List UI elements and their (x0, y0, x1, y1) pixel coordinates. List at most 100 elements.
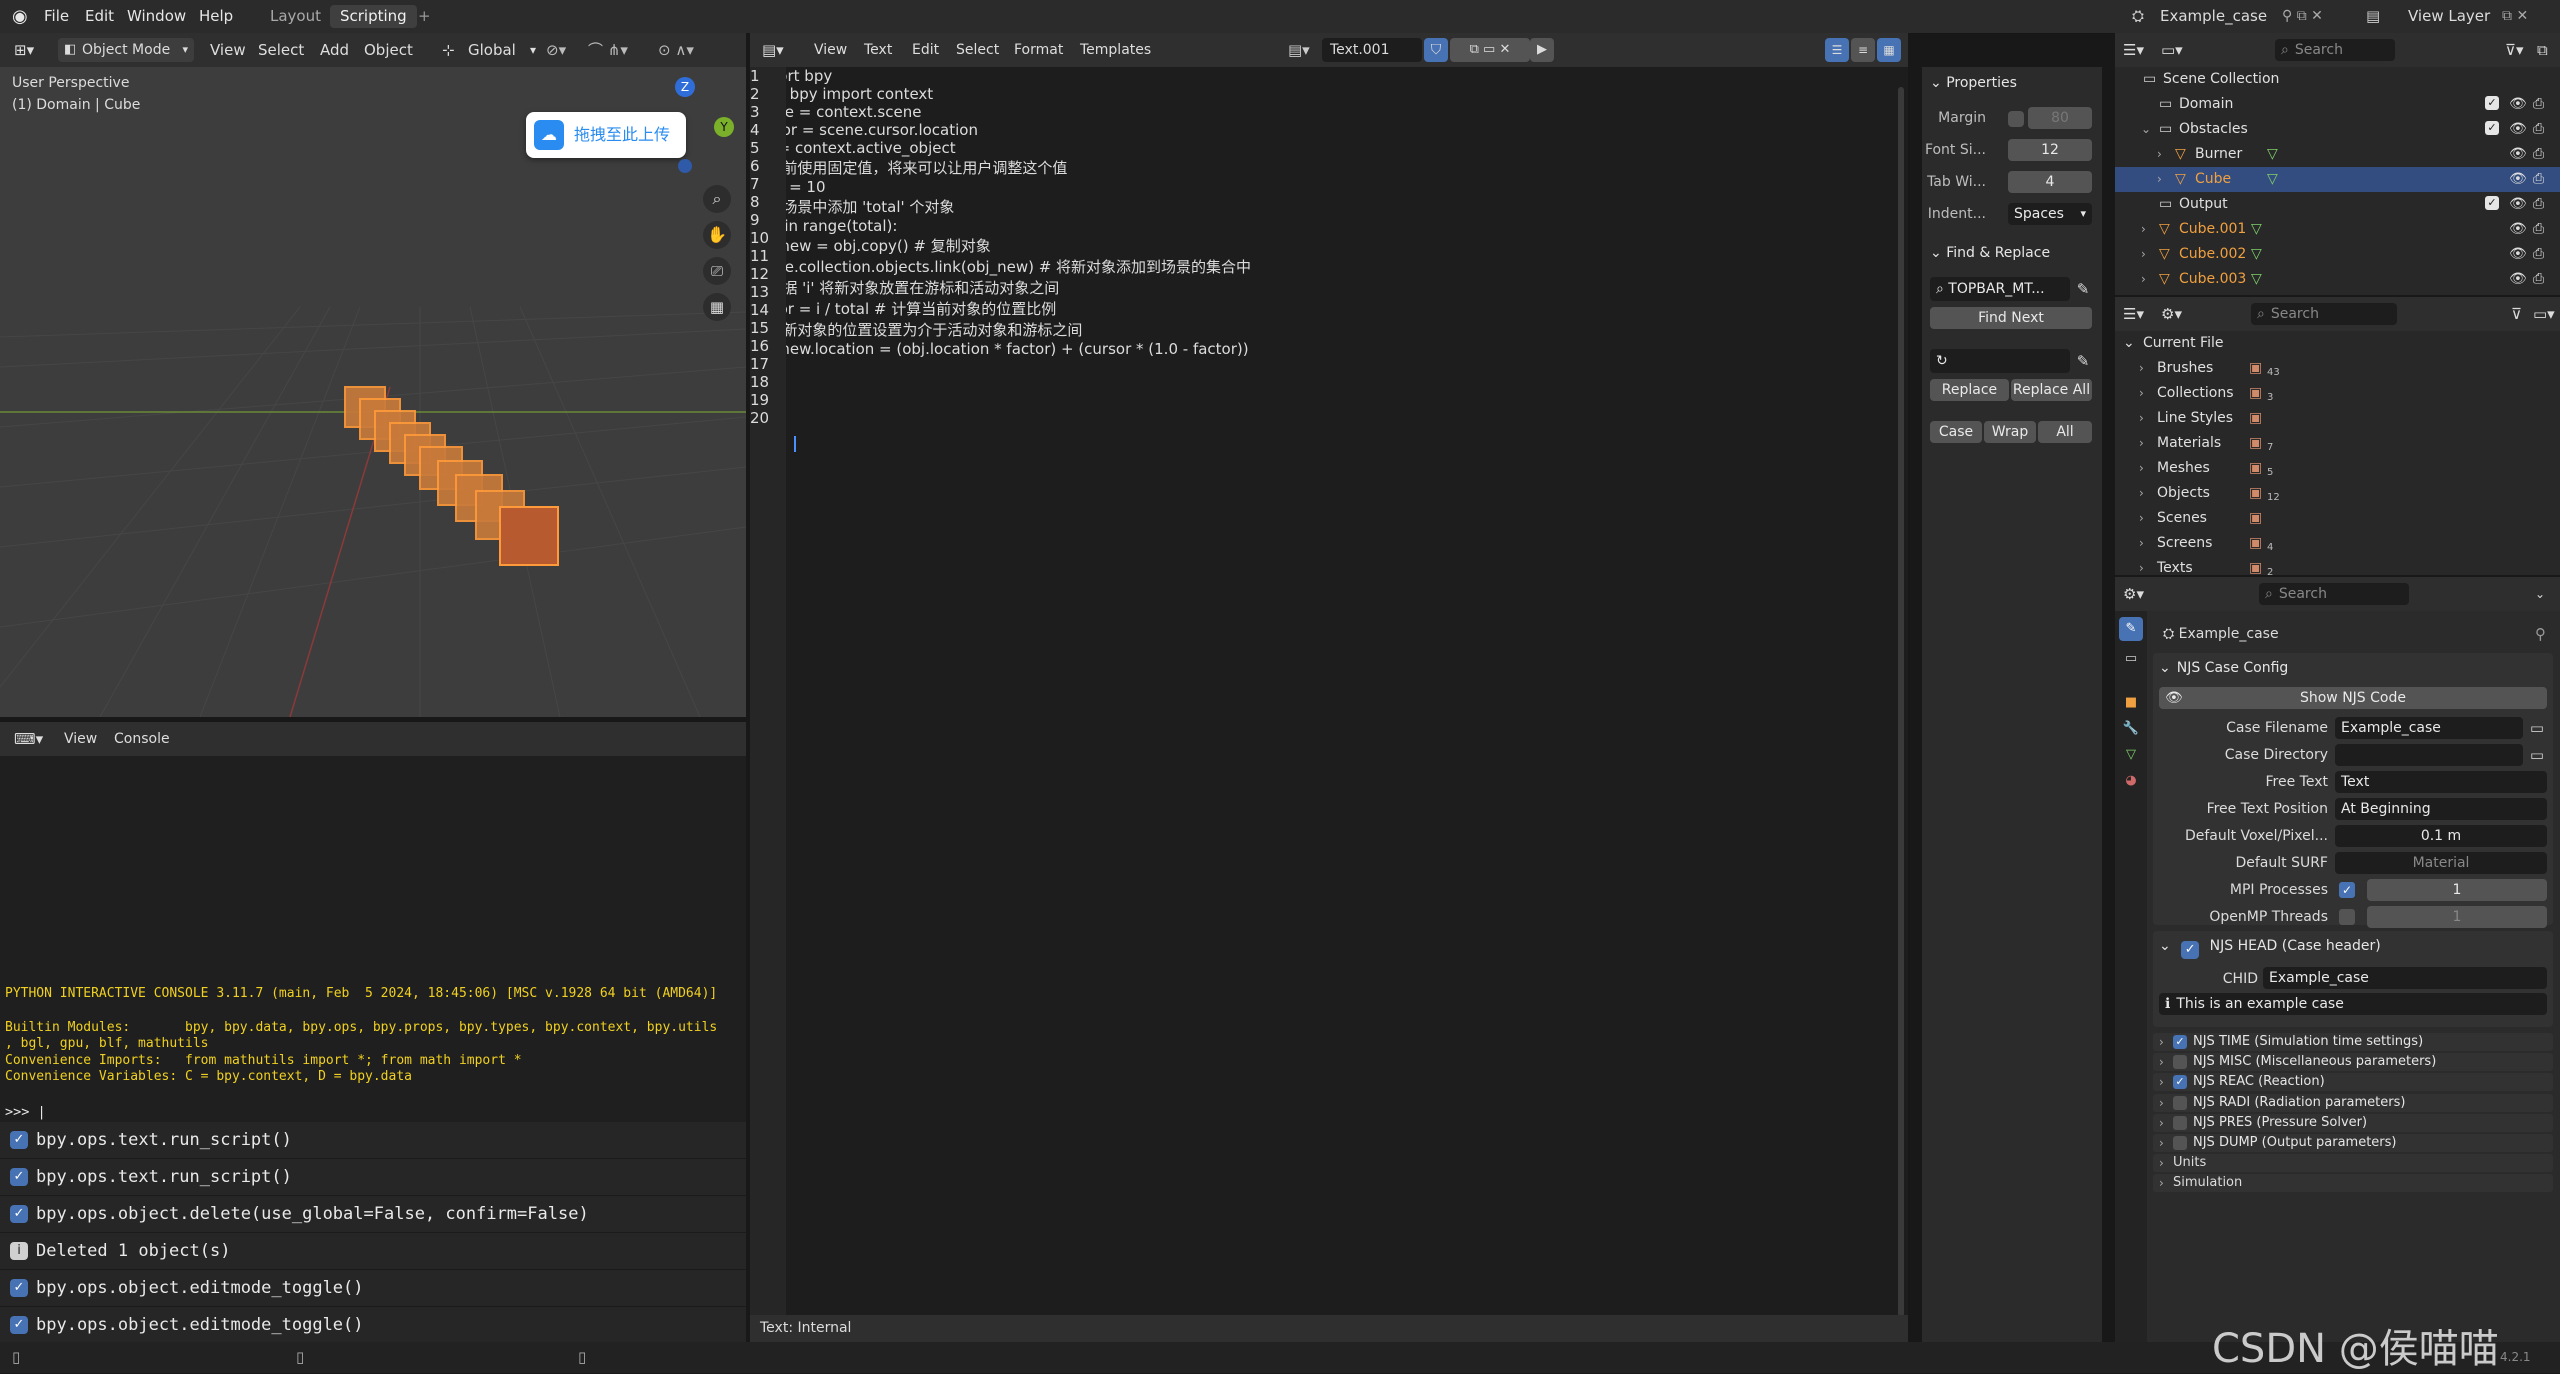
viewport-menu-object[interactable]: Object (364, 33, 413, 67)
object-mode-dropdown[interactable]: ◧ Object Mode ▾ (58, 38, 194, 62)
outliner-row[interactable]: › ▽ Cube ▽ 👁 ⎙ (2115, 167, 2560, 192)
njs-group-panel[interactable]: › NJS PRES (Pressure Solver) (2153, 1113, 2553, 1132)
text-browse-icon[interactable]: ▤▾ (1288, 33, 1310, 67)
camera-icon[interactable]: ⎙ (2533, 217, 2544, 242)
properties-editor-type-icon[interactable]: ⚙▾ (2123, 583, 2144, 605)
new-collection-icon[interactable]: ⧉ (2537, 39, 2548, 61)
blender-logo-icon[interactable]: ◉ (12, 0, 28, 33)
chevron-right-icon[interactable]: › (2141, 267, 2146, 292)
view-layer-icon[interactable]: ▤ (2366, 4, 2386, 28)
filter-icon[interactable]: ⊽ (2511, 303, 2522, 325)
code-line[interactable]: from bpy import context (750, 85, 1908, 103)
info-row[interactable]: ✓ bpy.ops.object.editmode_toggle() (0, 1307, 746, 1344)
upload-badge[interactable]: ☁ 拖拽至此上传 (526, 112, 686, 158)
scene-icon[interactable]: ⛭ (2132, 4, 2152, 28)
camera-view-icon[interactable]: ⎚ (703, 257, 731, 285)
blendfile-root[interactable]: ⌄ Current File (2115, 331, 2560, 356)
menu-window[interactable]: Window (127, 0, 186, 33)
blendfile-item[interactable]: › Scenes ▣ (2115, 506, 2560, 531)
njs-case-config-header[interactable]: ⌄ NJS Case Config (2153, 653, 2553, 683)
eye-icon[interactable]: 👁 (2509, 242, 2527, 267)
group-checkbox[interactable] (2173, 1115, 2187, 1130)
code-line[interactable]: obj = context.active_object (750, 139, 1908, 157)
field-value[interactable]: 1 (2367, 906, 2547, 928)
units-panel[interactable]: › Units (2153, 1154, 2553, 1173)
perspective-toggle-icon[interactable]: ▦ (703, 293, 731, 321)
njs-group-panel[interactable]: › ✓ NJS TIME (Simulation time settings) (2153, 1033, 2553, 1051)
text-menu-edit[interactable]: Edit (912, 33, 939, 67)
menu-edit[interactable]: Edit (85, 0, 114, 33)
text-menu-templates[interactable]: Templates (1080, 33, 1151, 67)
proportional-edit-icon[interactable]: ⊙ ∧▾ (658, 33, 694, 67)
console-editor-type-icon[interactable]: ⌨▾ (14, 722, 43, 756)
code-line[interactable]: # 根据 'i' 将新对象放置在游标和活动对象之间 (750, 277, 1908, 298)
blendfile-item[interactable]: › Collections ▣ 3 (2115, 381, 2560, 406)
outliner-editor-type-icon[interactable]: ☰▾ (2123, 39, 2144, 61)
code-line[interactable]: scene.collection.objects.link(obj_new) #… (750, 256, 1908, 277)
code-line[interactable]: total = 10 (750, 178, 1908, 196)
eye-icon[interactable]: 👁 (2509, 267, 2527, 292)
outliner-row[interactable]: ▭ Scene Collection (2115, 67, 2560, 92)
folder-icon[interactable]: ▭ (2527, 717, 2547, 739)
data-tab-icon[interactable]: ▽ (2119, 743, 2143, 767)
camera-icon[interactable]: ⎙ (2533, 92, 2544, 117)
all-toggle[interactable]: All (2038, 421, 2092, 443)
camera-icon[interactable]: ⎙ (2533, 142, 2544, 167)
code-line[interactable]: # 在场景中添加 'total' 个对象 (750, 196, 1908, 217)
replace-all-button[interactable]: Replace All (2011, 379, 2092, 401)
eye-icon[interactable]: 👁 (2509, 92, 2527, 117)
text-editor-area[interactable]: 1 2 3 4 5 6 7 8 9 10 11 12 13 14 15 16 17 18 19 20 import b… (750, 67, 1908, 1342)
menu-help[interactable]: Help (199, 0, 233, 33)
eye-icon[interactable]: 👁 (2509, 192, 2527, 217)
outliner-row[interactable]: › ▽ Cube.001 ▽ 👁 ⎙ (2115, 217, 2560, 242)
njs-group-panel[interactable]: › NJS MISC (Miscellaneous parameters) (2153, 1053, 2553, 1072)
openmp-checkbox[interactable] (2339, 909, 2355, 925)
field-value[interactable]: 1 (2367, 879, 2547, 901)
filter-icon[interactable]: ⊽▾ (2505, 39, 2524, 61)
code-line[interactable]: scene = context.scene (750, 103, 1908, 121)
blendfile-item[interactable]: › Materials ▣ 7 (2115, 431, 2560, 456)
margin-field[interactable]: 80 (2028, 107, 2092, 129)
viewport-menu-view[interactable]: View (210, 33, 246, 67)
purge-icon[interactable]: ▭▾ (2533, 303, 2555, 325)
chevron-right-icon[interactable]: › (2141, 242, 2146, 267)
scene-selector[interactable]: Example_case (2160, 4, 2280, 28)
syntax-highlight-toggle-icon[interactable]: ▦ (1877, 38, 1901, 62)
outliner-editor-type-icon[interactable]: ☰▾ (2123, 303, 2144, 325)
blendfile-item[interactable]: › Screens ▣ 4 (2115, 531, 2560, 556)
exclude-checkbox[interactable]: ✓ (2485, 96, 2499, 110)
group-checkbox[interactable]: ✓ (2173, 1035, 2187, 1049)
exclude-checkbox[interactable]: ✓ (2485, 196, 2499, 210)
group-checkbox[interactable] (2173, 1095, 2187, 1110)
njs-group-panel[interactable]: › ✓ NJS REAC (Reaction) (2153, 1073, 2553, 1092)
text-menu-select[interactable]: Select (956, 33, 999, 67)
add-workspace-button[interactable]: + (418, 0, 431, 33)
code-line[interactable]: import bpy (750, 67, 1908, 85)
tab-layout[interactable]: Layout (260, 5, 331, 28)
wrap-around-toggle[interactable]: Wrap (1984, 421, 2036, 443)
info-row[interactable]: ✓ bpy.ops.object.editmode_toggle() (0, 1270, 746, 1307)
eye-icon[interactable]: 👁 (2509, 217, 2527, 242)
code-line[interactable]: cursor = scene.cursor.location (750, 121, 1908, 139)
gizmo-z-axis[interactable]: Z (675, 77, 695, 97)
find-next-button[interactable]: Find Next (1930, 307, 2092, 329)
modifier-tab-icon[interactable]: 🔧 (2119, 717, 2143, 741)
info-row[interactable]: ✓ bpy.ops.object.delete(use_global=False… (0, 1196, 746, 1233)
tab-width-field[interactable]: 4 (2008, 171, 2092, 193)
eye-icon[interactable]: 👁 (2509, 167, 2527, 192)
tab-scripting[interactable]: Scripting (330, 5, 417, 28)
outliner-row[interactable]: › ▽ Cube.002 ▽ 👁 ⎙ (2115, 242, 2560, 267)
blendfile-search-input[interactable]: ⌕ Search (2251, 303, 2397, 325)
njs-group-panel[interactable]: › NJS RADI (Radiation parameters) (2153, 1093, 2553, 1112)
njs-head-header[interactable]: ⌄ ✓ NJS HEAD (Case header) (2153, 931, 2553, 961)
3d-viewport[interactable]: User Perspective (1) Domain | Cube ☁ 拖拽至… (0, 67, 746, 717)
blendfile-item[interactable]: › Line Styles ▣ (2115, 406, 2560, 431)
text-menu-text[interactable]: Text (864, 33, 892, 67)
camera-icon[interactable]: ⎙ (2533, 192, 2544, 217)
outliner-row[interactable]: ▭ Domain ✓ 👁 ⎙ (2115, 92, 2560, 117)
console-prompt[interactable]: >>> | (5, 1104, 46, 1120)
blendfile-item[interactable]: › Brushes ▣ 43 (2115, 356, 2560, 381)
indent-dropdown[interactable]: Spaces ▾ (2008, 203, 2092, 225)
chevron-right-icon[interactable]: › (2141, 217, 2146, 242)
exclude-checkbox[interactable]: ✓ (2485, 121, 2499, 135)
